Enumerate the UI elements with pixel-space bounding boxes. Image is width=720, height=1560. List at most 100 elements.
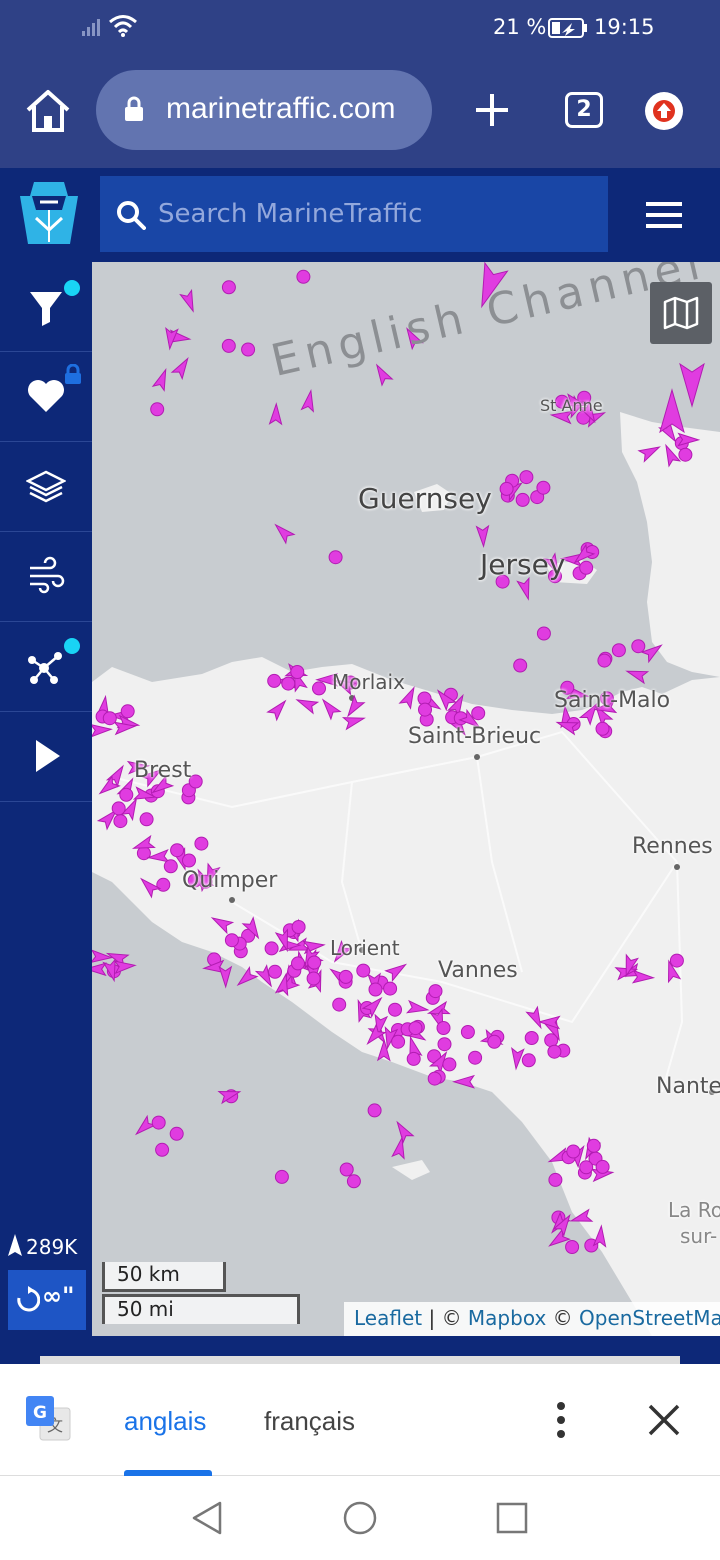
vessel-anchored-13-6[interactable] [579,560,594,575]
vessel-anchored-17-13[interactable] [296,269,311,284]
marinetraffic-logo[interactable] [14,180,84,248]
leaflet-link[interactable]: Leaflet [354,1306,422,1330]
vessel-underway-19-0[interactable] [132,1114,157,1138]
vessel-anchored-19-1[interactable] [155,1142,170,1157]
vessel-anchored-5-11[interactable] [442,1057,457,1072]
vessel-anchored-0-7[interactable] [139,812,154,827]
vessel-anchored-5-16[interactable] [391,1034,406,1049]
vessel-anchored-3-9[interactable] [306,971,321,986]
vessel-anchored-4-19[interactable] [428,984,443,999]
map-view[interactable]: English Channel St Anne Guernsey Jersey … [92,262,720,1336]
vessel-anchored-1-1[interactable] [170,843,185,858]
vessel-anchored-3-12[interactable] [307,955,322,970]
update-icon[interactable] [645,92,683,130]
vessel-anchored-18-5[interactable] [536,626,551,641]
vessel-anchored-8-2[interactable] [565,1240,580,1254]
vessel-anchored-1-7[interactable] [156,877,171,892]
vessel-underway-2-15[interactable] [218,965,233,989]
vessel-underway-20-0[interactable] [392,1119,415,1144]
vessel-underway-17-8[interactable] [268,402,283,426]
target-language-tab[interactable]: français [264,1406,355,1437]
vessel-anchored-5-17[interactable] [408,1021,423,1036]
vessel-underway-23-4[interactable] [92,949,114,964]
vessel-anchored-12-6[interactable] [519,470,534,485]
vessel-anchored-9-5[interactable] [267,673,282,688]
vessel-underway-22-1[interactable] [625,665,650,685]
osm-link[interactable]: OpenStreetMap [579,1306,720,1330]
address-bar[interactable]: marinetraffic.com [96,70,432,150]
vessel-anchored-4-23[interactable] [383,981,398,996]
vessel-anchored-18-4[interactable] [328,550,343,565]
vessel-anchored-7-11[interactable] [586,1138,601,1153]
vessel-anchored-17-9[interactable] [241,342,256,357]
vessel-underway-20-3[interactable] [391,1135,408,1160]
vessel-anchored-1-2[interactable] [194,836,209,851]
vessel-anchored-19-4[interactable] [169,1126,184,1141]
vessel-anchored-1-8[interactable] [163,859,178,874]
vessel-anchored-9-13[interactable] [290,665,305,679]
filter-button[interactable] [0,262,92,352]
vessel-anchored-5-5[interactable] [460,1025,475,1039]
play-button[interactable] [0,712,92,802]
vessel-anchored-22-2[interactable] [597,653,612,668]
vessel-underway-18-2[interactable] [271,521,296,545]
refresh-button[interactable]: ∞" [8,1270,86,1330]
vessel-anchored-17-6[interactable] [150,402,165,417]
vessel-anchored-20-5[interactable] [367,1103,382,1118]
vessel-anchored-20-4[interactable] [274,1169,289,1184]
vessel-anchored-4-16[interactable] [338,969,353,984]
vessel-anchored-2-19[interactable] [268,964,282,979]
vessel-anchored-12-5[interactable] [499,481,514,496]
vessel-anchored-5-8[interactable] [406,1051,421,1066]
vessel-anchored-18-10[interactable] [418,702,432,717]
map-type-button[interactable] [650,282,712,344]
vessel-anchored-22-3[interactable] [631,639,646,654]
vessel-anchored-19-3[interactable] [151,1115,166,1130]
vessel-anchored-0-11[interactable] [111,801,126,816]
more-options-icon[interactable] [546,1400,576,1440]
vessel-anchored-6-10[interactable] [487,1034,502,1049]
weather-button[interactable] [0,532,92,622]
vessel-anchored-9-11[interactable] [312,681,326,696]
vessel-anchored-1-10[interactable] [182,853,196,868]
vessel-underway-17-12[interactable] [300,388,317,413]
back-icon[interactable] [190,1500,224,1536]
vessel-anchored-7-7[interactable] [566,1144,581,1159]
vessel-anchored-15-1[interactable] [678,447,693,462]
vessel-underway-17-4[interactable] [372,362,394,387]
map-canvas[interactable] [92,262,720,1336]
vessel-anchored-2-13[interactable] [264,941,279,956]
vessel-underway-17-3[interactable] [151,367,171,392]
vessel-anchored-5-9[interactable] [437,1037,452,1052]
mapbox-link[interactable]: Mapbox [468,1306,546,1330]
vessel-anchored-6-5[interactable] [524,1031,539,1045]
search-box[interactable] [100,176,608,252]
vessel-anchored-6-6[interactable] [547,1044,562,1059]
vessel-anchored-6-4[interactable] [521,1053,536,1068]
vessel-anchored-5-3[interactable] [436,1021,451,1035]
vessel-anchored-10-6[interactable] [471,706,486,721]
vessel-anchored-4-3[interactable] [332,997,347,1012]
vessel-anchored-20-1[interactable] [339,1162,354,1177]
vessel-anchored-11-5[interactable] [595,721,610,736]
recent-apps-icon[interactable] [496,1502,528,1534]
vessel-anchored-0-10[interactable] [119,787,134,802]
vessel-anchored-12-7[interactable] [536,480,551,495]
vessel-underway-17-0[interactable] [179,288,198,313]
vessel-anchored-17-5[interactable] [221,338,236,353]
home-circle-icon[interactable] [342,1500,378,1536]
vessel-anchored-2-11[interactable] [291,920,306,934]
source-language-tab[interactable]: anglais [124,1406,206,1437]
vessel-anchored-2-12[interactable] [224,933,239,948]
search-input[interactable] [158,194,588,234]
vessel-underway-17-11[interactable] [170,355,193,381]
vessel-anchored-7-9[interactable] [548,1172,563,1187]
vessel-anchored-5-14[interactable] [427,1071,442,1086]
close-icon[interactable] [646,1402,682,1438]
vessel-anchored-7-10[interactable] [579,1160,594,1175]
new-tab-button[interactable] [472,90,512,130]
vessel-anchored-7-8[interactable] [595,1159,610,1174]
vessel-anchored-20-2[interactable] [346,1174,361,1189]
vessel-underway-23-3[interactable] [92,962,107,977]
hamburger-menu-icon[interactable] [644,200,684,230]
